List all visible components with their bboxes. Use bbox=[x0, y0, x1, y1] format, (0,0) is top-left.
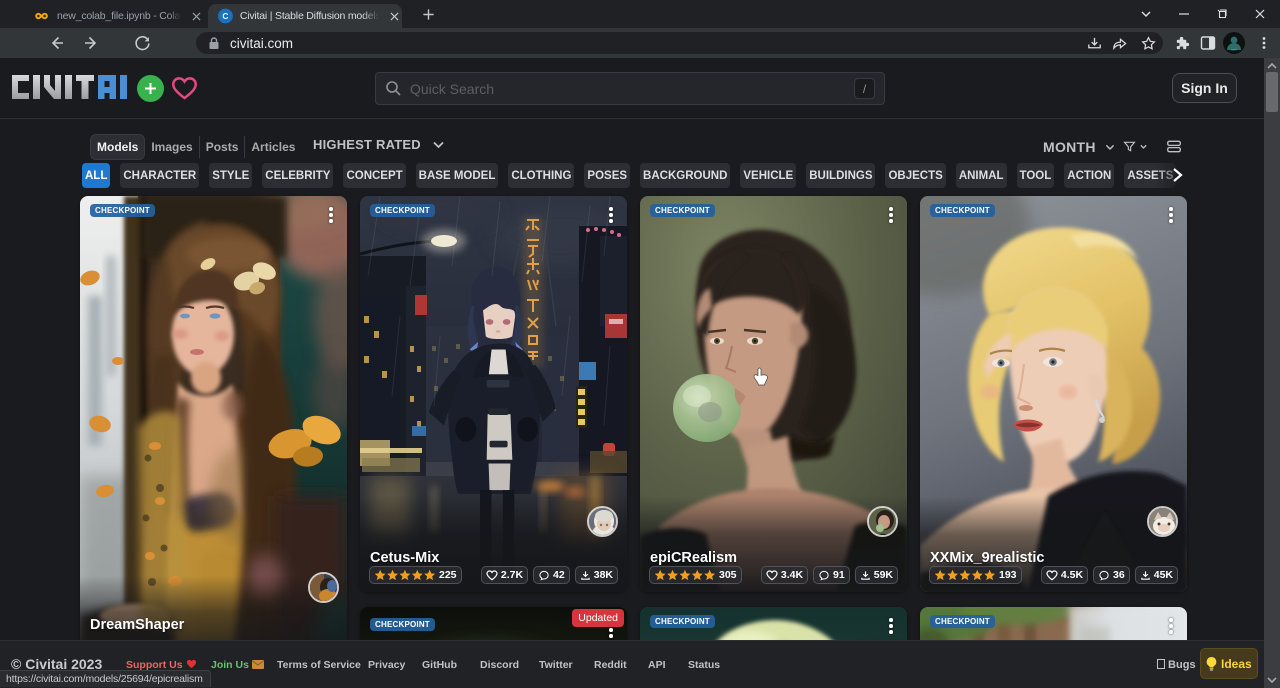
svg-text:C: C bbox=[222, 11, 228, 21]
svg-text:user: user bbox=[1231, 48, 1237, 52]
